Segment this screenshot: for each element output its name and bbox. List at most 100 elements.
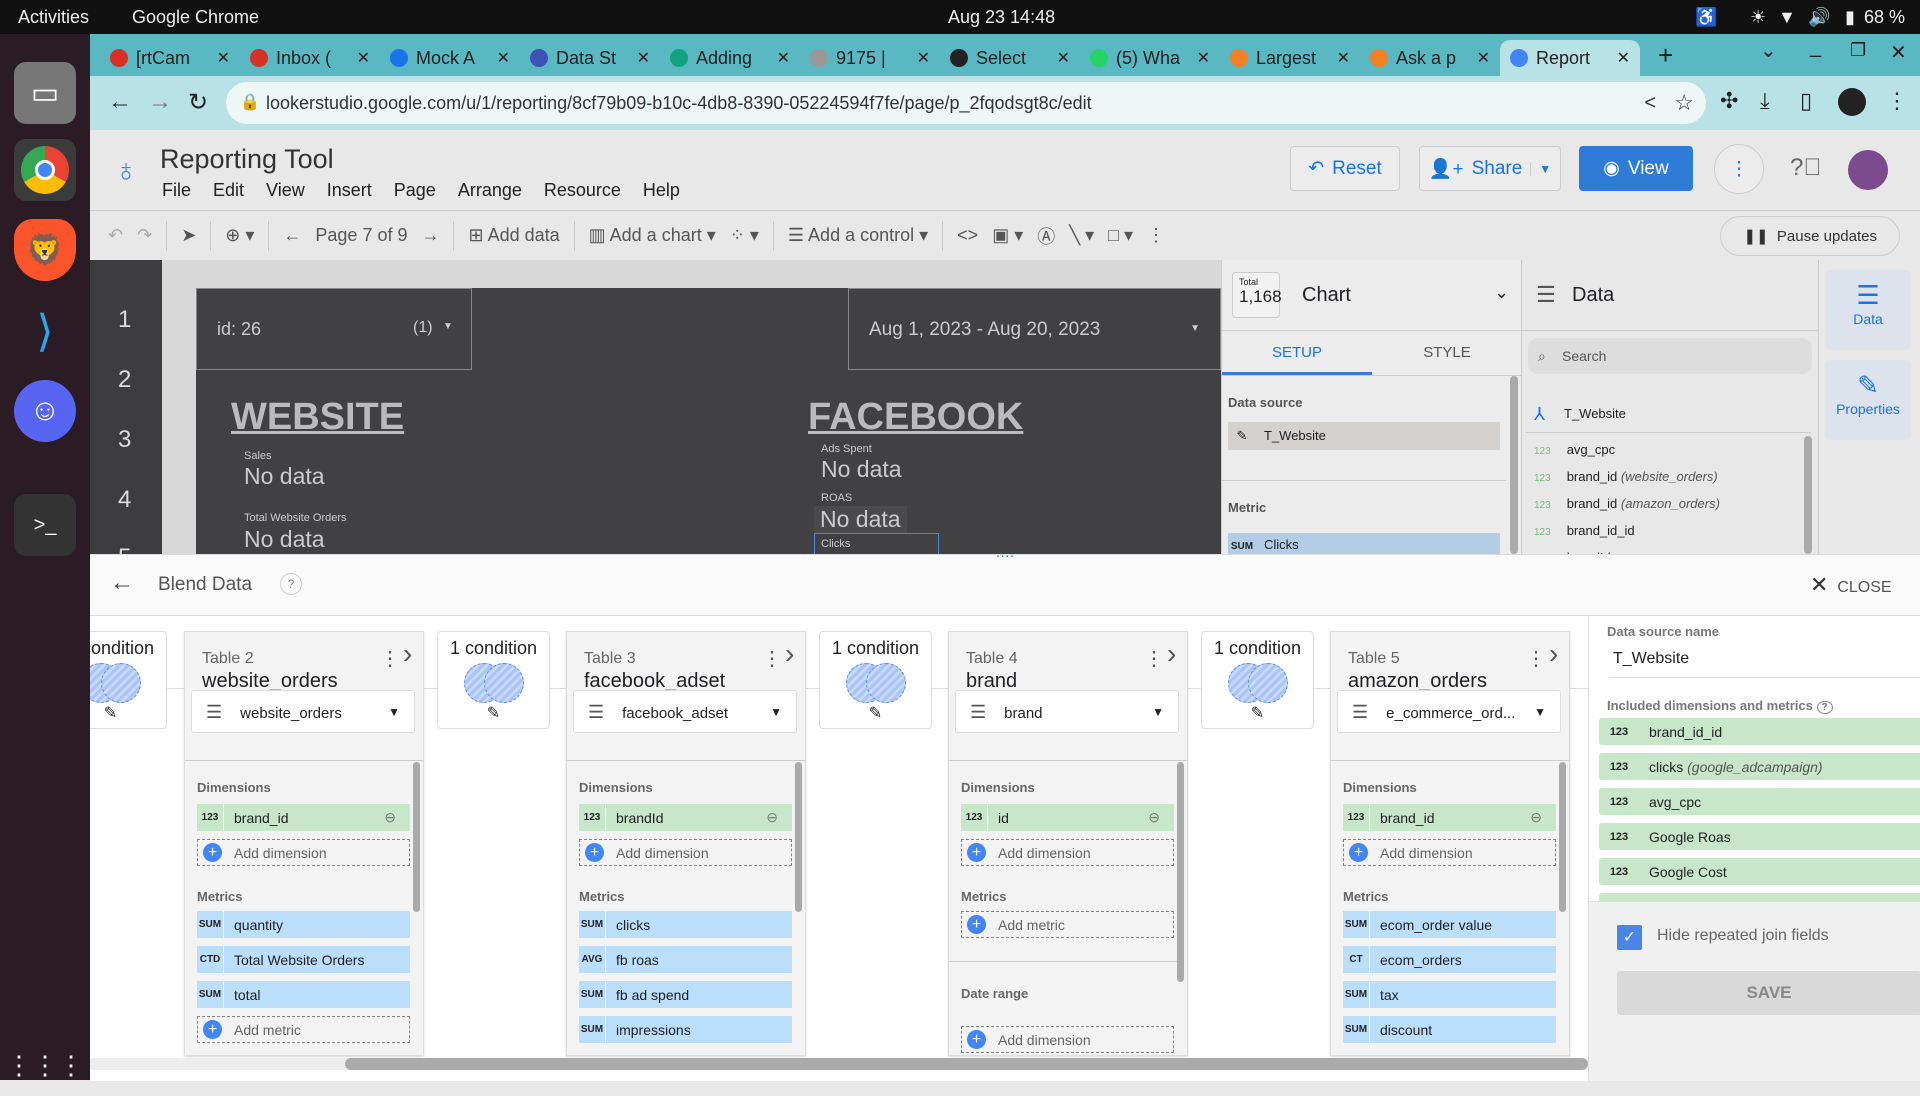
metric-chip[interactable]: SUM total <box>197 981 410 1008</box>
resize-handle[interactable]: ···· <box>90 547 1920 563</box>
accessibility-icon[interactable]: ♿ <box>1695 7 1717 28</box>
rail-properties-button[interactable]: ✎ Properties <box>1825 360 1911 440</box>
activities-button[interactable]: Activities <box>18 7 89 28</box>
browser-tab[interactable]: Mock A ✕ <box>380 40 520 76</box>
app-grid-icon[interactable]: ⋮⋮⋮ <box>6 1034 84 1096</box>
data-field-item[interactable]: 123 avg_cpc <box>1534 442 1615 457</box>
table-source-select[interactable]: ☰ brand ▼ <box>955 690 1179 733</box>
dimension-chip[interactable]: 123 brand_id ⊖ <box>1343 804 1556 831</box>
page-number[interactable]: 1 <box>118 306 131 334</box>
join-condition[interactable]: 1 condition✎ <box>90 631 167 729</box>
maximize-icon[interactable]: ❐ <box>1850 40 1866 61</box>
metric-chip[interactable]: CT ecom_orders <box>1343 946 1556 973</box>
data-field-item[interactable]: 123 brand_id (website_orders) <box>1534 469 1718 484</box>
add-dimension-button[interactable]: + Add dimension <box>579 839 792 866</box>
help-icon[interactable]: ?⃝ <box>1790 154 1821 182</box>
back-icon[interactable]: ← <box>108 88 132 116</box>
data-source-name[interactable]: T_Website <box>1564 406 1626 421</box>
embed-code-icon[interactable]: <> <box>957 225 978 246</box>
user-avatar[interactable] <box>1848 150 1888 190</box>
tab-close-icon[interactable]: ✕ <box>1337 48 1350 68</box>
browser-tab[interactable]: Report ✕ <box>1500 40 1640 76</box>
metric-chip[interactable]: SUM ecom_order value <box>1343 911 1556 938</box>
minimize-icon[interactable]: _ <box>1810 36 1821 59</box>
save-button[interactable]: SAVE <box>1617 971 1920 1015</box>
report-title[interactable]: Reporting Tool <box>160 144 334 175</box>
looker-studio-logo-icon[interactable]: ♁ <box>114 152 138 189</box>
brave-icon[interactable]: 🦁 <box>14 219 76 281</box>
menu-arrange[interactable]: Arrange <box>458 180 522 200</box>
browser-tab[interactable]: Select ✕ <box>940 40 1080 76</box>
scrollbar[interactable] <box>1804 436 1812 554</box>
more-options-button[interactable]: ⋮ <box>1714 144 1764 194</box>
menu-resource[interactable]: Resource <box>544 180 621 200</box>
next-page-icon[interactable]: → <box>421 225 439 246</box>
menu-page[interactable]: Page <box>394 180 436 200</box>
download-icon[interactable]: ⤓ <box>1760 88 1770 114</box>
back-arrow-icon[interactable]: ← <box>110 569 134 597</box>
roas-scorecard[interactable]: No data <box>814 506 907 533</box>
scrollbar[interactable] <box>1510 376 1518 554</box>
data-source-name-input[interactable]: T_Website <box>1609 646 1920 678</box>
tab-close-icon[interactable]: ✕ <box>1477 48 1490 68</box>
table-more-icon[interactable]: ⋮ <box>1144 646 1164 671</box>
view-button[interactable]: ◉ View <box>1579 146 1693 191</box>
new-tab-icon[interactable]: + <box>1658 40 1673 71</box>
table-source-select[interactable]: ☰ facebook_adset ▼ <box>573 690 797 733</box>
add-chart-button[interactable]: ▥ Add a chart ▾ <box>589 225 716 246</box>
hide-repeated-checkbox[interactable]: ✓ <box>1617 925 1642 950</box>
undo-icon[interactable]: ↶ <box>108 225 123 246</box>
text-box-icon[interactable]: Ⓐ <box>1037 223 1055 249</box>
page-number[interactable]: 2 <box>118 366 131 394</box>
help-icon[interactable]: ? <box>280 573 302 595</box>
data-field-item[interactable]: 123 brand_id (amazon_orders) <box>1534 496 1720 511</box>
included-field[interactable]: 123 Google Cost <box>1599 858 1920 885</box>
browser-tab[interactable]: Ask a p ✕ <box>1360 40 1500 76</box>
pause-updates-button[interactable]: ❚❚ Pause updates <box>1720 215 1900 256</box>
date-range-control[interactable]: Aug 1, 2023 - Aug 20, 2023 ▼ <box>848 288 1221 370</box>
metric-chip[interactable]: SUM tax <box>1343 981 1556 1008</box>
join-condition[interactable]: 1 condition✎ <box>437 631 550 729</box>
tab-close-icon[interactable]: ✕ <box>917 48 930 68</box>
community-visualizations-icon[interactable]: ⁘ ▾ <box>730 225 759 246</box>
select-cursor-icon[interactable]: ➤ <box>181 225 196 246</box>
tab-close-icon[interactable]: ✕ <box>1617 48 1630 68</box>
table-more-icon[interactable]: ⋮ <box>762 646 782 671</box>
join-condition[interactable]: 1 condition✎ <box>1201 631 1314 729</box>
tab-close-icon[interactable]: ✕ <box>1057 48 1070 68</box>
menu-edit[interactable]: Edit <box>213 180 244 200</box>
add-dimension-button[interactable]: + Add dimension <box>961 839 1174 866</box>
scrollbar[interactable] <box>1177 762 1184 982</box>
browser-tab[interactable]: Data St ✕ <box>520 40 660 76</box>
table-more-icon[interactable]: ⋮ <box>380 646 400 671</box>
add-control-button[interactable]: ☰ Add a control ▾ <box>788 225 928 246</box>
rail-data-button[interactable]: ☰ Data <box>1825 270 1911 350</box>
line-icon[interactable]: ╲ ▾ <box>1069 225 1094 246</box>
zoom-icon[interactable]: ⊕ ▾ <box>225 225 254 246</box>
chevron-right-icon[interactable]: › <box>785 638 794 670</box>
reset-button[interactable]: ↶ Reset <box>1290 146 1400 191</box>
menu-file[interactable]: File <box>162 180 191 200</box>
browser-tab[interactable]: Largest ✕ <box>1220 40 1360 76</box>
browser-tab[interactable]: [rtCam ✕ <box>100 40 240 76</box>
add-dimension-button[interactable]: + Add dimension <box>197 839 410 866</box>
side-panel-icon[interactable]: ▯ <box>1800 88 1812 114</box>
profile-avatar[interactable] <box>1838 88 1866 116</box>
metric-chip[interactable]: SUM clicks <box>579 911 792 938</box>
close-button[interactable]: ✕ CLOSE <box>1810 572 1892 598</box>
menu-help[interactable]: Help <box>643 180 680 200</box>
browser-tab[interactable]: 9175 | ✕ <box>800 40 940 76</box>
more-tools-icon[interactable]: ⋮ <box>1147 225 1165 246</box>
tab-close-icon[interactable]: ✕ <box>637 48 650 68</box>
previous-page-icon[interactable]: ← <box>283 225 301 246</box>
dimension-chip[interactable]: 123 brandId ⊖ <box>579 804 792 831</box>
tab-close-icon[interactable]: ✕ <box>1197 48 1210 68</box>
tab-setup[interactable]: SETUP <box>1222 331 1372 375</box>
reload-icon[interactable]: ↻ <box>188 88 208 117</box>
chevron-right-icon[interactable]: › <box>403 638 412 670</box>
files-icon[interactable]: ▭ <box>14 62 76 124</box>
image-icon[interactable]: ▣ ▾ <box>992 225 1023 246</box>
table-more-icon[interactable]: ⋮ <box>1526 646 1546 671</box>
chart-type-label[interactable]: Chart <box>1302 284 1351 307</box>
tab-style[interactable]: STYLE <box>1372 331 1522 375</box>
